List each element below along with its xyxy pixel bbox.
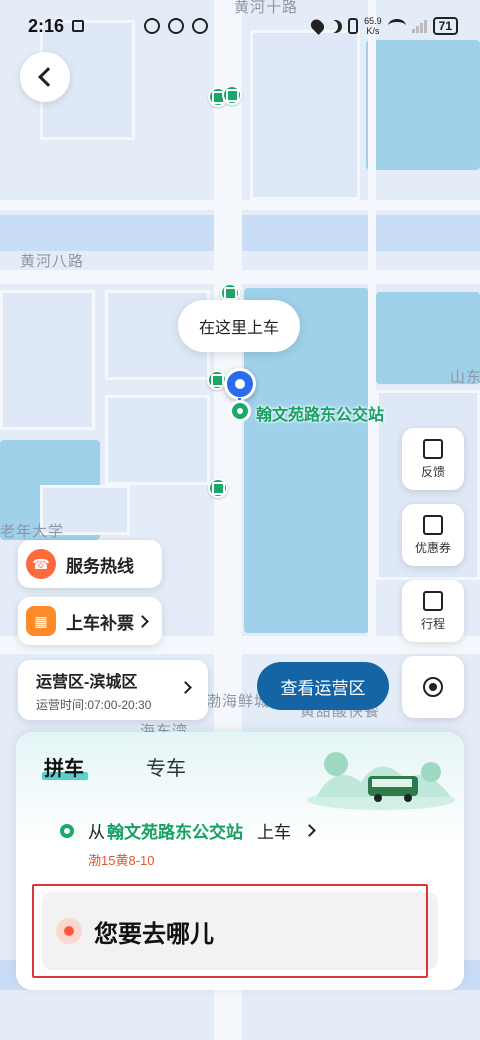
speedometer-icon: [168, 18, 185, 34]
bus-stop-icon[interactable]: [208, 478, 228, 498]
tab-private-car[interactable]: 专车: [146, 752, 186, 781]
pickup-suffix: 上车: [257, 823, 291, 842]
destination-highlight-box: [32, 884, 428, 978]
trips-button[interactable]: 行程: [402, 580, 464, 642]
network-speed: 65.9 K/s: [364, 16, 382, 36]
service-hotline-label: 服务热线: [66, 556, 134, 576]
map-block: [105, 395, 210, 485]
status-bar: 2:16 65.9 K/s 71: [0, 0, 480, 52]
coupons-button[interactable]: 优惠券: [402, 504, 464, 566]
tab-carpool[interactable]: 拼车: [44, 752, 84, 781]
station-label[interactable]: 翰文苑路东公交站: [256, 401, 384, 425]
map-label: 黄河八路: [20, 253, 85, 270]
map-label: 山东: [450, 369, 480, 386]
pickup-prefix: 从: [88, 823, 105, 842]
wifi-icon: [387, 19, 406, 33]
vehicle-plate: 渤15黄8-10: [88, 853, 155, 868]
locate-icon: [423, 677, 443, 697]
map-block: [250, 30, 360, 200]
pickup-station: 翰文苑路东公交站: [107, 823, 243, 842]
fare-supplement-button[interactable]: ▦ 上车补票: [18, 597, 162, 645]
back-button[interactable]: [20, 52, 70, 102]
locate-button[interactable]: [402, 656, 464, 718]
pickup-dot-icon: [60, 823, 74, 838]
operating-zone-card[interactable]: 运营区-滨城区 运营时间:07:00-20:30: [18, 660, 208, 720]
status-time: 2:16: [28, 15, 65, 36]
view-zone-button[interactable]: 查看运营区: [257, 662, 389, 710]
coupons-label: 优惠券: [414, 540, 451, 555]
service-hotline-button[interactable]: ☎ 服务热线: [18, 540, 162, 588]
fare-supplement-label: 上车补票: [66, 613, 134, 633]
speed-unit: K/s: [366, 26, 380, 36]
back-arrow-icon: [37, 67, 58, 87]
feedback-button[interactable]: 反馈: [402, 428, 464, 490]
moon-icon: [329, 20, 342, 33]
pickup-row[interactable]: 从 翰文苑路东公交站 上车: [60, 818, 316, 843]
water-area: [366, 40, 480, 170]
location-icon: [308, 17, 327, 35]
pickup-hint-bubble: 在这里上车: [178, 300, 300, 352]
edit-icon: [423, 438, 443, 459]
ticket-icon: [423, 514, 443, 535]
road-horizontal: [0, 270, 480, 284]
bus-stop-icon[interactable]: [222, 85, 242, 105]
calendar-icon: [423, 590, 443, 611]
zone-hours: 运营时间:07:00-20:30: [36, 698, 152, 712]
bus-illustration: [307, 752, 455, 810]
map-block: [0, 290, 95, 430]
nfc-icon: [192, 18, 209, 34]
battery-indicator: 71: [432, 17, 458, 35]
speed-value: 65.9: [364, 16, 382, 26]
vibrate-icon: [348, 18, 359, 34]
status-left-icons: [144, 18, 209, 34]
road-vertical: [368, 0, 376, 640]
trips-label: 行程: [420, 616, 445, 631]
chevron-right-icon: [136, 614, 149, 628]
status-right: 65.9 K/s 71: [308, 16, 458, 36]
hd-icon: [144, 18, 161, 34]
feedback-label: 反馈: [420, 464, 445, 479]
station-marker-icon[interactable]: [229, 400, 251, 422]
location-pin-icon[interactable]: [224, 368, 256, 400]
road-horizontal: [0, 200, 480, 210]
bottom-sheet: 拼车 专车 从 翰文苑路东公交站 上车 渤15黄8-10 您要去哪儿: [16, 732, 464, 990]
signal-icon: [411, 19, 427, 33]
zone-title: 运营区-滨城区: [36, 674, 138, 691]
phone-icon: ☎: [26, 549, 56, 579]
chevron-right-icon: [303, 824, 316, 837]
map-label: 老年大学: [0, 523, 65, 540]
notification-icon: [72, 20, 85, 32]
ticket-booth-icon: ▦: [26, 606, 56, 636]
